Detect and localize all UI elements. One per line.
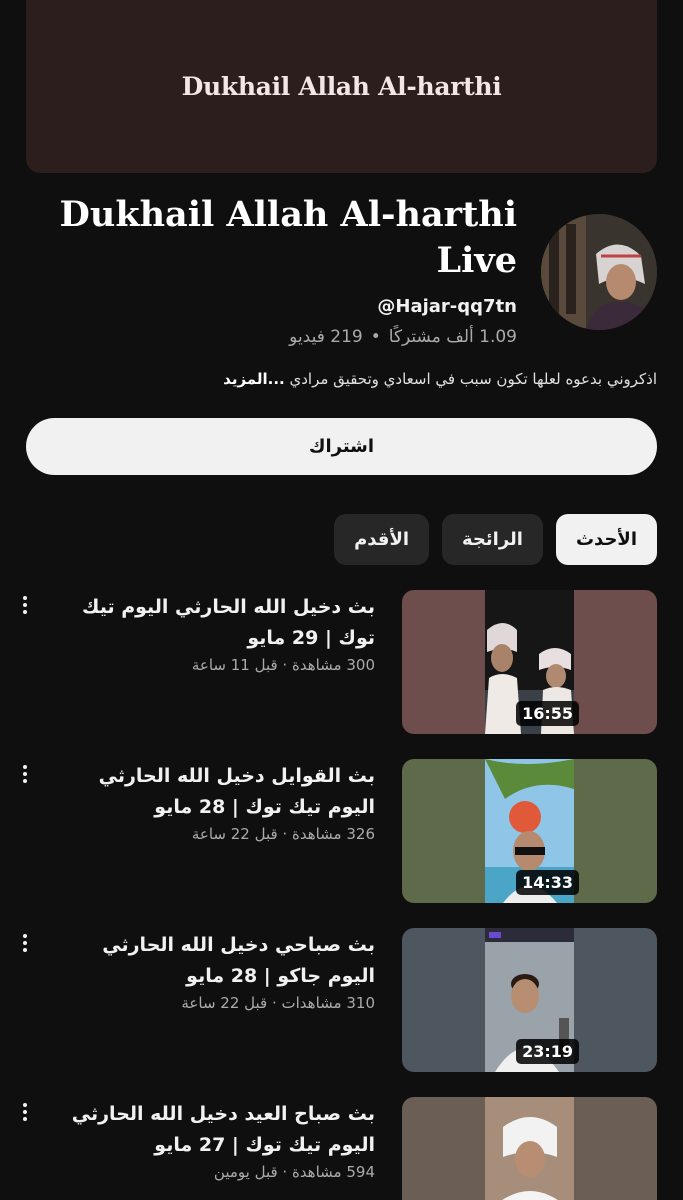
video-thumbnail[interactable] (402, 1097, 657, 1200)
video-item[interactable]: بث صباح العيد دخيل الله الحارثي اليوم تي… (0, 1097, 683, 1200)
video-title[interactable]: بث دخيل الله الحارثي اليوم تيك توك | 29 … (60, 592, 375, 654)
vertical-ellipsis-icon[interactable] (14, 932, 36, 954)
video-item[interactable]: 16:55 بث دخيل الله الحارثي اليوم تيك توك… (0, 590, 683, 736)
vertical-ellipsis-icon[interactable] (14, 1101, 36, 1123)
channel-info: Dukhail Allah Al-harthi Live @Hajar-qq7t… (26, 192, 517, 347)
chip-latest[interactable]: الأحدث (555, 514, 657, 565)
video-text: بث صباح العيد دخيل الله الحارثي اليوم تي… (60, 1099, 375, 1181)
video-count: 219 فيديو (289, 327, 363, 347)
video-title[interactable]: بث القوايل دخيل الله الحارثي اليوم تيك ت… (60, 761, 375, 823)
sort-chips: الأحدث الرائجة الأقدم (334, 514, 657, 565)
subscriber-count: 1.09 ألف مشتركًا (388, 327, 517, 347)
video-duration: 14:33 (516, 870, 579, 895)
video-title[interactable]: بث صباحي دخيل الله الحارثي اليوم جاكو | … (60, 930, 375, 992)
description-text: اذكروني بدعوه لعلها تكون سبب في اسعادي و… (289, 370, 658, 388)
channel-handle: @Hajar-qq7tn (377, 296, 517, 317)
video-duration: 16:55 (516, 701, 579, 726)
video-text: بث صباحي دخيل الله الحارثي اليوم جاكو | … (60, 930, 375, 1012)
video-meta: 326 مشاهدة · قبل 22 ساعة (191, 825, 375, 843)
channel-description[interactable]: اذكروني بدعوه لعلها تكون سبب في اسعادي و… (26, 370, 657, 388)
subscribe-button[interactable]: اشتراك (26, 418, 657, 475)
video-thumbnail[interactable]: 23:19 (402, 928, 657, 1072)
video-title[interactable]: بث صباح العيد دخيل الله الحارثي اليوم تي… (60, 1099, 375, 1161)
chip-oldest[interactable]: الأقدم (334, 514, 430, 565)
video-thumbnail[interactable]: 16:55 (402, 590, 657, 734)
video-item[interactable]: 14:33 بث القوايل دخيل الله الحارثي اليوم… (0, 759, 683, 905)
vertical-ellipsis-icon[interactable] (14, 763, 36, 785)
stats-separator: • (370, 327, 381, 347)
video-thumbnail[interactable]: 14:33 (402, 759, 657, 903)
channel-banner: Dukhail Allah Al-harthi (26, 0, 657, 173)
channel-avatar[interactable] (541, 214, 657, 330)
video-item[interactable]: 23:19 بث صباحي دخيل الله الحارثي اليوم ج… (0, 928, 683, 1074)
vertical-ellipsis-icon[interactable] (14, 594, 36, 616)
channel-header: Dukhail Allah Al-harthi Live @Hajar-qq7t… (26, 192, 657, 352)
chip-popular[interactable]: الرائجة (442, 514, 543, 565)
more-link[interactable]: ...المزيد (223, 370, 285, 388)
avatar-photo (541, 214, 657, 330)
channel-title: Dukhail Allah Al-harthi Live (59, 194, 517, 281)
banner-text: Dukhail Allah Al-harthi (181, 72, 502, 101)
video-duration: 23:19 (516, 1039, 579, 1064)
video-text: بث القوايل دخيل الله الحارثي اليوم تيك ت… (60, 761, 375, 843)
video-meta: 300 مشاهدة · قبل 11 ساعة (191, 656, 375, 674)
video-meta: 310 مشاهدات · قبل 22 ساعة (181, 994, 375, 1012)
video-meta: 594 مشاهدة · قبل يومين (213, 1163, 375, 1181)
channel-stats: 1.09 ألف مشتركًا • 219 فيديو (26, 327, 517, 347)
video-text: بث دخيل الله الحارثي اليوم تيك توك | 29 … (60, 592, 375, 674)
thumbnail-image (485, 1097, 574, 1200)
